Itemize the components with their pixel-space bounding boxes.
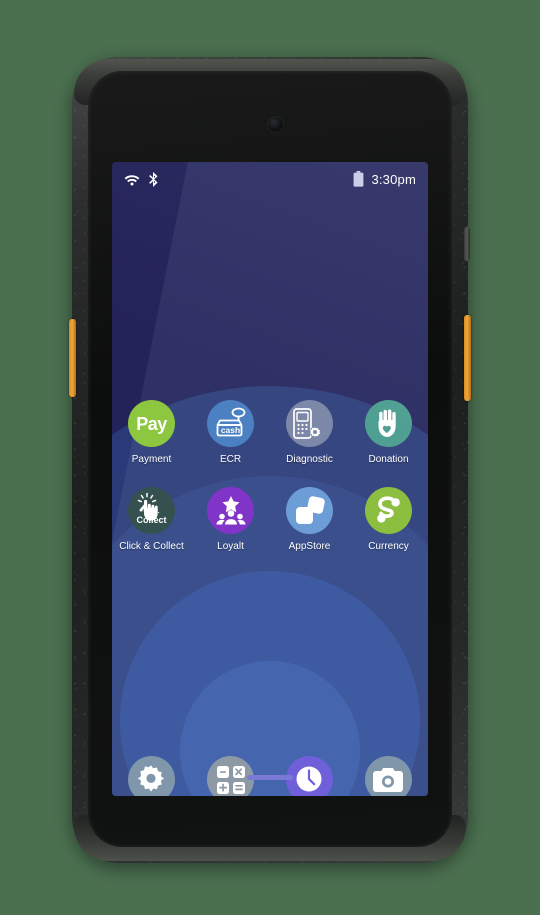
status-bar-right: 3:30pm — [353, 171, 416, 187]
device-body: 3:30pm Pay Payment cash ECR Diagnostic D… — [69, 57, 471, 863]
app-label: Diagnostic — [286, 454, 333, 465]
app-label: Donation — [368, 454, 409, 465]
loyalty-star-icon[interactable] — [207, 487, 254, 534]
payment-icon[interactable]: Pay — [128, 400, 175, 447]
app-click-collect[interactable]: Click. Collect Click & Collect — [112, 487, 191, 553]
power-button[interactable] — [464, 227, 470, 261]
scan-button-right[interactable] — [464, 315, 471, 401]
appstore-icon[interactable] — [286, 487, 333, 534]
status-bar-time: 3:30pm — [371, 171, 416, 187]
home-indicator[interactable] — [247, 775, 293, 780]
wifi-icon — [124, 173, 140, 186]
clock-icon[interactable] — [286, 756, 333, 796]
app-loyalt[interactable]: Loyalt — [191, 487, 270, 553]
app-label: Loyalt — [217, 541, 244, 552]
app-label: Payment — [131, 454, 172, 465]
gear-icon[interactable] — [128, 756, 175, 796]
payment-glyph-text: Pay — [136, 413, 167, 434]
diagnostic-icon[interactable] — [286, 400, 333, 447]
app-diagnostic[interactable]: Diagnostic — [270, 400, 349, 466]
cash-register-icon[interactable]: cash — [207, 400, 254, 447]
front-camera-icon — [268, 117, 283, 132]
app-ecr[interactable]: cash ECR — [191, 400, 270, 466]
scan-button-left[interactable] — [69, 319, 76, 397]
app-payment[interactable]: Pay Payment — [112, 400, 191, 466]
app-donation[interactable]: Donation — [349, 400, 428, 466]
donation-hand-icon[interactable] — [365, 400, 412, 447]
app-currency[interactable]: Currency — [349, 487, 428, 553]
app-appstore[interactable]: AppStore — [270, 487, 349, 553]
ecr-glyph-text: cash — [220, 425, 241, 435]
click-collect-glyph-collect: Collect — [136, 515, 167, 525]
status-bar: 3:30pm — [112, 162, 428, 196]
app-label: Click & Collect — [119, 541, 184, 552]
app-camera[interactable]: Camera — [349, 756, 428, 796]
app-grid-top: Pay Payment cash ECR Diagnostic Donation… — [112, 400, 428, 553]
status-bar-left — [124, 171, 159, 187]
bluetooth-icon — [148, 171, 159, 187]
app-label: Currency — [368, 541, 409, 552]
camera-icon[interactable] — [365, 756, 412, 796]
app-settings[interactable]: Settings — [112, 756, 191, 796]
click-collect-icon[interactable]: Click. Collect — [128, 487, 175, 534]
app-label: ECR — [219, 454, 242, 465]
app-label: AppStore — [288, 541, 331, 552]
battery-icon — [353, 171, 364, 187]
phone-screen: 3:30pm Pay Payment cash ECR Diagnostic D… — [112, 162, 428, 796]
currency-icon[interactable] — [365, 487, 412, 534]
